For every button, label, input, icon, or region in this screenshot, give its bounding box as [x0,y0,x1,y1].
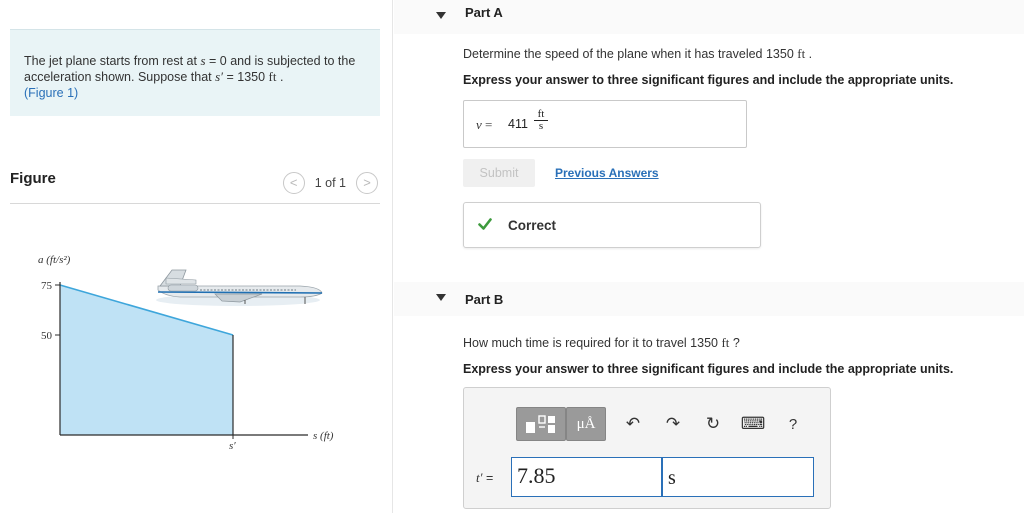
collapse-triangle-icon[interactable] [436,294,446,301]
figure-title: Figure [10,170,56,187]
s-prime-symbol: s′ [215,69,224,84]
answer-b-equals: = [482,471,494,485]
figure-page-count: 1 of 1 [314,176,346,190]
airplane-illustration [156,269,323,306]
answer-b-variable: t′ = [476,470,493,486]
part-a-question-unit: ft [797,46,806,61]
problem-statement: The jet plane starts from rest at s = 0 … [10,29,380,116]
part-b-question-text: How much time is required for it to trav… [463,336,722,350]
figure-link[interactable]: (Figure 1) [24,86,78,100]
answer-editor: μÅ ↶ ↷ ↻ ⌨ ? t′ = 7.85 s [463,387,831,509]
keyboard-icon[interactable]: ⌨ [740,411,766,437]
units-button[interactable]: μÅ [566,407,606,441]
next-figure-button[interactable]: > [356,172,378,194]
answer-a-equals: = [481,117,493,132]
chart-xlabel: s (ft) [313,430,334,442]
answer-a-value: 411 [508,117,528,131]
templates-button[interactable] [516,407,566,441]
part-b-question-suffix: ? [729,336,740,350]
correct-feedback: Correct [463,202,761,248]
part-a-question-text: Determine the speed of the plane when it… [463,47,798,61]
figure-header: Figure < 1 of 1 > [10,170,380,204]
value-input[interactable]: 7.85 [511,457,662,497]
problem-period: . [276,70,284,84]
chart-area-fill [60,285,233,435]
undo-icon[interactable]: ↶ [620,411,646,437]
part-a-question: Determine the speed of the plane when it… [463,46,812,62]
submit-button[interactable]: Submit [463,159,535,187]
help-icon[interactable]: ? [780,411,806,437]
problem-text-3: = 1350 [223,70,269,84]
answer-a-unit-denominator: s [538,120,544,132]
left-panel: The jet plane starts from rest at s = 0 … [0,0,393,513]
prev-figure-button[interactable]: < [282,172,305,194]
answer-a-unit: ft s [534,109,548,132]
chart-plot: 75 50 s′ [41,280,308,452]
part-a-answer-display: v = 411 ft s [463,100,747,148]
chart-y-tick-label: 75 [41,280,53,292]
acceleration-figure: a (ft/s²) 75 50 s′ s (ft) [38,254,334,452]
chart-ylabel: a (ft/s²) [38,254,71,266]
redo-icon[interactable]: ↷ [660,411,686,437]
figure-pager: < 1 of 1 > [282,172,378,194]
part-b-instruction: Express your answer to three significant… [463,362,954,376]
units-input[interactable]: s [662,457,814,497]
problem-unit: ft [268,69,277,84]
reset-icon[interactable]: ↻ [700,411,726,437]
collapse-triangle-icon[interactable] [436,12,446,19]
editor-toolbar: μÅ ↶ ↷ ↻ ⌨ ? [516,407,806,441]
part-a-header[interactable]: Part A [394,0,1024,34]
part-b-question: How much time is required for it to trav… [463,335,740,351]
part-a-title: Part A [465,5,503,20]
part-a-instruction: Express your answer to three significant… [463,73,954,87]
chart-y-tick-label: 50 [41,330,53,342]
correct-label: Correct [508,218,557,233]
part-b-title: Part B [465,292,504,307]
previous-answers-link[interactable]: Previous Answers [555,166,659,180]
check-icon [478,218,492,230]
problem-text-1: The jet plane starts from rest at [24,54,201,68]
part-b-header[interactable]: Part B [394,282,1024,316]
templates-icon [526,415,555,433]
part-a-question-suffix: . [805,47,813,61]
chart-x-tick-label: s′ [229,440,236,452]
answer-a-variable: v = [476,117,492,133]
